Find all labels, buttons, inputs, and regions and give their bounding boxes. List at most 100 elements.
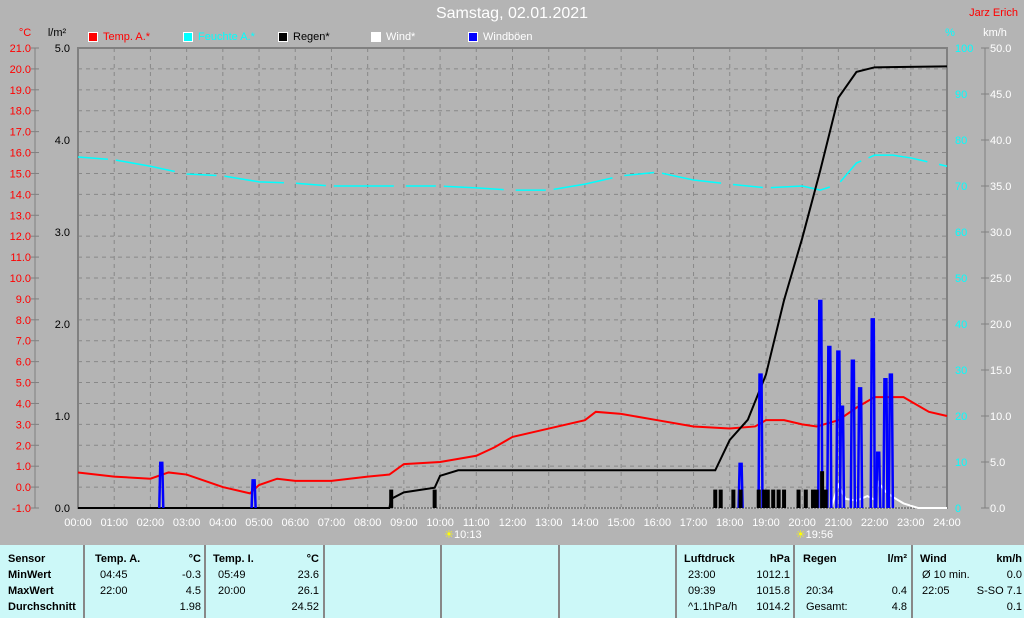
sunrise-icon: ☀ (444, 529, 454, 541)
gust-spike (250, 479, 257, 509)
temp-i-value: 24.52 (291, 601, 319, 613)
wind-value: 0.1 (1006, 601, 1022, 613)
weather-chart: °C l/m²% km/h 21.0 20.0 19.0 18.0 17.0 16.0 15.0 1… (10, 27, 1012, 541)
temp-tick-label: 7.0 (16, 336, 31, 348)
wind-time: Ø 10 min. (922, 569, 970, 581)
gust-spike (887, 373, 895, 509)
humidity-tick-label: 100 (955, 43, 973, 55)
temp-i-header: Temp. I. (213, 553, 254, 565)
rain-unit: l/m² (887, 553, 907, 565)
gust-spike (874, 451, 882, 509)
rain-rate-bar (389, 489, 394, 508)
temp-i-value: 26.1 (297, 585, 319, 597)
x-tick-label: 00:00 (64, 517, 92, 529)
rain-rate-bar (713, 489, 718, 508)
rain-rate-bar (738, 489, 743, 508)
wind-value: S-SO 7.1 (976, 585, 1022, 597)
temp-tick-label: 8.0 (16, 315, 31, 327)
temp-tick-label: 3.0 (16, 419, 31, 431)
temp-tick-label: 21.0 (10, 43, 31, 55)
rain-rate-bar (771, 489, 776, 508)
temp-tick-label: 1.0 (16, 461, 31, 473)
wind-value: 0.0 (1006, 569, 1022, 581)
rain-tick-label: 1.0 (55, 411, 70, 423)
x-tick-label: 03:00 (173, 517, 201, 529)
wind-unit: km/h (996, 553, 1022, 565)
wind-header: Wind (920, 553, 947, 565)
x-tick-label: 17:00 (680, 517, 708, 529)
rain-tick-label: 5.0 (55, 43, 70, 55)
humidity-axis-unit: % (945, 27, 955, 39)
wind-tick-label: 20.0 (990, 319, 1011, 331)
rain-rate-bar (823, 489, 828, 508)
x-tick-label: 11:00 (463, 517, 490, 529)
temp-i-unit: °C (306, 553, 319, 565)
rain-rate-bar (731, 489, 736, 508)
wind-tick-label: 10.0 (990, 411, 1011, 423)
temp-i-time: 05:49 (218, 569, 246, 581)
temp-i-value: 23.6 (297, 569, 319, 581)
rain-rate-bar (765, 489, 770, 508)
wind-tick-label: 25.0 (990, 273, 1011, 285)
humidity-tick-label: 30 (955, 365, 967, 377)
x-tick-label: 08:00 (354, 517, 382, 529)
humidity-tick-label: 70 (955, 181, 967, 193)
rain-rate-bar (756, 489, 761, 508)
rain-rate-bar (803, 489, 808, 508)
x-tick-label: 22:00 (861, 517, 889, 529)
temp-axis-unit: °C (19, 27, 31, 39)
temp-i-time: 20:00 (218, 585, 246, 597)
gust-spike (882, 377, 889, 509)
temp-tick-label: 4.0 (16, 398, 31, 410)
temp-tick-label: 5.0 (16, 378, 31, 390)
temp-tick-label: 15.0 (10, 168, 31, 180)
x-tick-label: 02:00 (137, 517, 165, 529)
rain-rate-bar (782, 489, 787, 508)
x-tick-label: 15:00 (607, 517, 635, 529)
rain-tick-label: 2.0 (55, 319, 70, 331)
x-tick-label: 19:00 (752, 517, 780, 529)
temp-a-time: 22:00 (100, 585, 128, 597)
rain-time: Gesamt: (806, 601, 848, 613)
x-tick-label: 16:00 (644, 517, 672, 529)
rain-tick-label: 0.0 (55, 503, 70, 515)
row-label: Durchschnitt (8, 601, 76, 613)
temp-tick-label: 14.0 (10, 189, 31, 201)
rain-value: 0.4 (891, 585, 907, 597)
temp-a-value: 4.5 (185, 585, 201, 597)
humidity-tick-label: 0 (955, 503, 961, 515)
pressure-time: 23:00 (688, 569, 716, 581)
x-tick-label: 06:00 (281, 517, 309, 529)
rain-tick-label: 4.0 (55, 135, 70, 147)
x-tick-label: 07:00 (318, 517, 346, 529)
rain-tick-label: 3.0 (55, 227, 70, 239)
pressure-value: 1012.1 (756, 569, 790, 581)
wind-tick-label: 0.0 (990, 503, 1005, 515)
rain-rate-bar (432, 489, 437, 508)
temp-a-header: Temp. A. (95, 553, 141, 565)
temp-a-value: 1.98 (179, 601, 201, 613)
sensor-header: Sensor (8, 553, 46, 565)
gust-spike (158, 461, 165, 509)
gust-spike (856, 387, 864, 509)
stats-table: Sensor MinWert MaxWert Durchschnitt Temp. A.… (0, 545, 1024, 618)
wind-tick-label: 50.0 (990, 43, 1011, 55)
rain-rate-bar (718, 489, 723, 508)
temp-tick-label: 10.0 (10, 273, 31, 285)
sunset-time-label: 19:56 (806, 529, 834, 541)
row-label: MinWert (8, 569, 52, 581)
pressure-time: ^1.1hPa/h (688, 601, 738, 613)
rain-time: 20:34 (806, 585, 834, 597)
wind-tick-label: 5.0 (990, 457, 1005, 469)
temp-tick-label: 18.0 (10, 106, 31, 118)
temp-tick-label: 13.0 (10, 210, 31, 222)
temp-tick-label: 2.0 (16, 440, 31, 452)
wind-tick-label: 15.0 (990, 365, 1011, 377)
pressure-header: Luftdruck (684, 553, 735, 565)
humidity-tick-label: 10 (955, 457, 967, 469)
humidity-tick-label: 50 (955, 273, 967, 285)
rain-rate-bar (814, 489, 819, 508)
sunrise-time-label: 10:13 (454, 529, 482, 541)
rain-rate-bar (811, 489, 816, 508)
rain-header: Regen (803, 553, 837, 565)
